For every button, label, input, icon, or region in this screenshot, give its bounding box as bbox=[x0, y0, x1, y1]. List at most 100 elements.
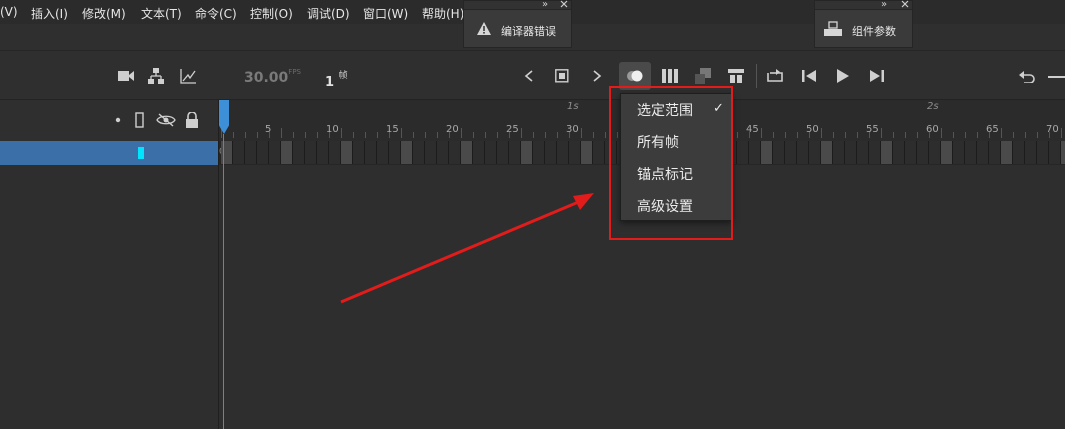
panel-header[interactable] bbox=[815, 1, 912, 10]
frame-cell[interactable] bbox=[761, 141, 773, 164]
visibility-hidden-icon[interactable] bbox=[156, 113, 176, 127]
frame-cell[interactable] bbox=[377, 141, 389, 164]
chevron-right-icon[interactable] bbox=[592, 70, 602, 82]
frame-cell[interactable] bbox=[1037, 141, 1049, 164]
loop-icon[interactable] bbox=[766, 67, 784, 83]
frame-cell[interactable] bbox=[317, 141, 329, 164]
frame-cell[interactable] bbox=[389, 141, 401, 164]
frame-cell[interactable] bbox=[557, 141, 569, 164]
collapse-icon[interactable]: » bbox=[542, 0, 548, 10]
layer-color-marker[interactable] bbox=[138, 147, 144, 159]
menu-text[interactable]: 文本(T) bbox=[141, 5, 182, 22]
frame-cell[interactable] bbox=[365, 141, 377, 164]
frame-cell[interactable] bbox=[977, 141, 989, 164]
frame-cell[interactable] bbox=[245, 141, 257, 164]
close-icon[interactable] bbox=[560, 0, 568, 8]
layer-row-selected[interactable] bbox=[0, 141, 218, 165]
frame-cell[interactable] bbox=[461, 141, 473, 164]
frame-cell[interactable] bbox=[545, 141, 557, 164]
zoom-slider-track[interactable] bbox=[1048, 76, 1065, 78]
frame-cell[interactable] bbox=[821, 141, 833, 164]
layer-parenting-icon[interactable] bbox=[148, 68, 164, 84]
chevron-left-icon[interactable] bbox=[524, 70, 534, 82]
close-icon[interactable] bbox=[901, 0, 909, 8]
frame-cell[interactable] bbox=[833, 141, 845, 164]
frame-cell[interactable] bbox=[341, 141, 353, 164]
frame-cell[interactable] bbox=[965, 141, 977, 164]
frame-cell[interactable] bbox=[1001, 141, 1013, 164]
menu-window[interactable]: 窗口(W) bbox=[363, 5, 408, 22]
frame-cell[interactable] bbox=[1061, 141, 1065, 164]
play-icon[interactable] bbox=[836, 69, 850, 83]
outline-toggle-icon[interactable] bbox=[135, 112, 145, 128]
frame-cell[interactable] bbox=[473, 141, 485, 164]
component-params-panel[interactable]: » 组件参数 bbox=[814, 0, 913, 48]
frame-cell[interactable] bbox=[353, 141, 365, 164]
frame-cell[interactable] bbox=[233, 141, 245, 164]
frame-cell[interactable] bbox=[989, 141, 1001, 164]
menu-help[interactable]: 帮助(H) bbox=[422, 5, 464, 22]
frame-cell[interactable] bbox=[437, 141, 449, 164]
current-frame-display[interactable]: 1 帧 bbox=[325, 68, 348, 90]
menu-view[interactable]: (V) bbox=[0, 5, 18, 19]
fps-display[interactable]: 30.00FPS bbox=[244, 68, 301, 86]
menu-commands[interactable]: 命令(C) bbox=[195, 5, 237, 22]
center-frame-icon[interactable] bbox=[695, 68, 711, 84]
frame-cell[interactable] bbox=[905, 141, 917, 164]
frame-cell[interactable] bbox=[809, 141, 821, 164]
frame-cell[interactable] bbox=[845, 141, 857, 164]
ruler-tick bbox=[605, 132, 606, 138]
frame-cell[interactable] bbox=[497, 141, 509, 164]
frame-cell[interactable] bbox=[929, 141, 941, 164]
frame-cell[interactable] bbox=[329, 141, 341, 164]
frame-cell[interactable] bbox=[857, 141, 869, 164]
frame-cell[interactable] bbox=[893, 141, 905, 164]
undo-icon[interactable] bbox=[1018, 69, 1036, 83]
frame-cell[interactable] bbox=[953, 141, 965, 164]
frame-cell[interactable] bbox=[569, 141, 581, 164]
graph-editor-icon[interactable] bbox=[180, 69, 196, 84]
frame-cell[interactable] bbox=[773, 141, 785, 164]
show-all-dot-icon[interactable] bbox=[115, 117, 121, 123]
panel-header[interactable] bbox=[464, 1, 571, 10]
frame-cell[interactable] bbox=[449, 141, 461, 164]
menu-insert[interactable]: 插入(I) bbox=[31, 5, 68, 22]
frame-cell[interactable] bbox=[797, 141, 809, 164]
frame-cell[interactable] bbox=[281, 141, 293, 164]
frame-cell[interactable] bbox=[869, 141, 881, 164]
insert-frame-icon[interactable] bbox=[728, 69, 744, 83]
keyframe-toggle-icon[interactable] bbox=[555, 69, 570, 84]
frame-cell[interactable] bbox=[413, 141, 425, 164]
edit-multiple-frames-icon[interactable] bbox=[662, 69, 678, 83]
frame-cell[interactable] bbox=[1013, 141, 1025, 164]
frame-cell[interactable] bbox=[293, 141, 305, 164]
lock-icon[interactable] bbox=[185, 112, 199, 128]
frame-cell[interactable] bbox=[257, 141, 269, 164]
collapse-icon[interactable]: » bbox=[881, 0, 887, 10]
frame-cell[interactable] bbox=[269, 141, 281, 164]
menu-debug[interactable]: 调试(D) bbox=[307, 5, 350, 22]
frame-cell[interactable] bbox=[881, 141, 893, 164]
frame-cell[interactable] bbox=[737, 141, 749, 164]
menu-control[interactable]: 控制(O) bbox=[250, 5, 293, 22]
frame-cell[interactable] bbox=[1049, 141, 1061, 164]
frame-cell[interactable] bbox=[533, 141, 545, 164]
frame-cell[interactable] bbox=[917, 141, 929, 164]
frame-cell[interactable] bbox=[401, 141, 413, 164]
step-back-icon[interactable] bbox=[802, 69, 818, 83]
frame-cell[interactable] bbox=[521, 141, 533, 164]
frame-cell[interactable] bbox=[941, 141, 953, 164]
frame-cell[interactable] bbox=[593, 141, 605, 164]
frame-cell[interactable] bbox=[485, 141, 497, 164]
frame-cell[interactable] bbox=[785, 141, 797, 164]
camera-icon[interactable] bbox=[118, 70, 134, 82]
frame-cell[interactable] bbox=[305, 141, 317, 164]
frame-cell[interactable] bbox=[425, 141, 437, 164]
frame-cell[interactable] bbox=[749, 141, 761, 164]
compiler-errors-panel[interactable]: » 编译器错误 bbox=[463, 0, 572, 48]
menu-modify[interactable]: 修改(M) bbox=[82, 5, 126, 22]
frame-cell[interactable] bbox=[509, 141, 521, 164]
step-forward-icon[interactable] bbox=[868, 69, 884, 83]
frame-cell[interactable] bbox=[581, 141, 593, 164]
frame-cell[interactable] bbox=[1025, 141, 1037, 164]
